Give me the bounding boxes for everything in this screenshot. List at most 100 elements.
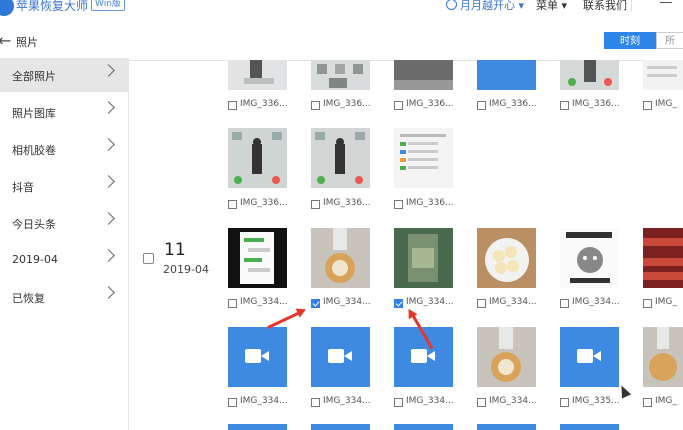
photo-thumbnail[interactable] — [311, 128, 370, 188]
photo-caption: IMG_336... — [394, 99, 464, 112]
photo-caption: IMG_336... — [228, 99, 298, 112]
view-all-button[interactable]: 所 — [656, 32, 683, 49]
photo-checkbox[interactable] — [311, 398, 320, 407]
video-camera-icon — [245, 349, 269, 363]
chevron-right-icon — [102, 286, 115, 299]
view-toggle: 时刻 所 — [604, 32, 683, 49]
photo-checkbox-checked[interactable] — [394, 299, 403, 308]
user-name: 月月越开心 — [460, 0, 515, 12]
sidebar-item-all-photos[interactable]: 全部照片 — [0, 58, 128, 92]
photo-thumbnail[interactable] — [311, 60, 370, 90]
photo-caption: IMG_ — [643, 396, 683, 409]
photo-thumbnail[interactable] — [228, 128, 287, 188]
photo-thumbnail[interactable] — [643, 327, 683, 387]
photo-caption: IMG_336... — [228, 198, 298, 211]
photo-checkbox[interactable] — [560, 398, 569, 407]
video-camera-icon — [577, 349, 601, 363]
video-thumbnail[interactable] — [228, 424, 287, 430]
video-thumbnail[interactable] — [477, 424, 536, 430]
photo-checkbox[interactable] — [394, 101, 403, 110]
photo-caption: IMG_336... — [560, 99, 630, 112]
video-camera-icon — [411, 349, 435, 363]
photo-checkbox[interactable] — [228, 398, 237, 407]
sidebar-item-photo-library[interactable]: 照片图库 — [0, 95, 128, 129]
back-arrow-icon[interactable]: ← — [0, 31, 11, 50]
photo-thumbnail[interactable] — [477, 327, 536, 387]
photo-checkbox[interactable] — [228, 299, 237, 308]
photo-checkbox-checked[interactable] — [311, 299, 320, 308]
photo-caption: IMG_334... — [394, 297, 464, 310]
minimize-icon[interactable] — [660, 2, 672, 3]
photo-thumbnail[interactable] — [477, 228, 536, 288]
photo-caption: IMG_336... — [394, 198, 464, 211]
photo-thumbnail[interactable] — [643, 228, 683, 288]
photo-thumbnail[interactable] — [560, 60, 619, 90]
group-select-checkbox[interactable] — [143, 253, 154, 264]
page-title: 照片 — [16, 36, 38, 49]
photo-thumbnail[interactable] — [228, 60, 287, 90]
sidebar-item-2019-04[interactable]: 2019-04 — [0, 243, 128, 277]
video-thumbnail[interactable] — [560, 424, 619, 430]
photo-thumbnail[interactable] — [394, 128, 453, 188]
video-camera-icon — [328, 349, 352, 363]
photo-thumbnail[interactable] — [560, 228, 619, 288]
app-logo-icon — [0, 0, 14, 16]
photo-thumbnail[interactable] — [643, 60, 683, 90]
edition-badge: Win版 — [91, 0, 125, 11]
photo-checkbox[interactable] — [477, 398, 486, 407]
photo-checkbox[interactable] — [228, 200, 237, 209]
title-bar: 苹果恢复大师 Win版 月月越开心 ▾ 菜单 ▾ 联系我们 — [0, 0, 683, 18]
group-day: 11 — [164, 240, 186, 260]
user-account-button[interactable]: 月月越开心 ▾ — [446, 0, 524, 13]
photo-caption: IMG_334... — [228, 297, 298, 310]
sidebar-item-douyin[interactable]: 抖音 — [0, 169, 128, 203]
video-thumbnail[interactable] — [311, 327, 370, 387]
photo-thumbnail[interactable] — [228, 228, 287, 288]
photo-checkbox[interactable] — [311, 101, 320, 110]
video-thumbnail[interactable] — [311, 424, 370, 430]
photo-caption: IMG_334... — [228, 396, 298, 409]
contact-us-link[interactable]: 联系我们 — [583, 0, 627, 13]
photo-caption: IMG_334... — [311, 297, 381, 310]
photo-checkbox[interactable] — [311, 200, 320, 209]
photo-caption: IMG_ — [643, 297, 683, 310]
photo-checkbox[interactable] — [643, 299, 652, 308]
photo-checkbox[interactable] — [477, 101, 486, 110]
video-thumbnail[interactable] — [477, 60, 536, 90]
video-thumbnail[interactable] — [394, 424, 453, 430]
chevron-right-icon — [102, 138, 115, 151]
group-month: 2019-04 — [163, 263, 209, 276]
sidebar-item-toutiao[interactable]: 今日头条 — [0, 206, 128, 240]
photo-thumbnail[interactable] — [394, 228, 453, 288]
photo-checkbox[interactable] — [560, 101, 569, 110]
app-name: 苹果恢复大师 — [16, 0, 89, 13]
chevron-right-icon — [102, 212, 115, 225]
view-by-time-button[interactable]: 时刻 — [604, 32, 656, 49]
photo-caption: IMG_ — [643, 99, 683, 112]
photo-checkbox[interactable] — [394, 398, 403, 407]
divider — [631, 0, 632, 12]
photo-thumbnail[interactable] — [394, 60, 453, 90]
video-thumbnail[interactable] — [560, 327, 619, 387]
photo-thumbnail[interactable] — [311, 228, 370, 288]
sidebar: 全部照片 照片图库 相机胶卷 抖音 今日头条 2019-04 已恢复 — [0, 58, 129, 430]
photo-caption: IMG_334... — [394, 396, 464, 409]
chevron-right-icon — [102, 101, 115, 114]
video-thumbnail[interactable] — [228, 327, 287, 387]
sidebar-item-camera-roll[interactable]: 相机胶卷 — [0, 132, 128, 166]
menu-button[interactable]: 菜单 ▾ — [536, 0, 567, 13]
sidebar-item-recovered[interactable]: 已恢复 — [0, 280, 128, 314]
photo-caption: IMG_334... — [311, 396, 381, 409]
section-header: ← 照片 — [0, 22, 683, 61]
photo-checkbox[interactable] — [477, 299, 486, 308]
photo-checkbox[interactable] — [560, 299, 569, 308]
chevron-right-icon — [102, 64, 115, 77]
photo-checkbox[interactable] — [228, 101, 237, 110]
photo-caption: IMG_335... — [560, 396, 630, 409]
user-icon — [446, 0, 457, 10]
photo-caption: IMG_336... — [311, 99, 381, 112]
photo-checkbox[interactable] — [643, 101, 652, 110]
photo-checkbox[interactable] — [394, 200, 403, 209]
photo-caption: IMG_336... — [477, 99, 547, 112]
photo-checkbox[interactable] — [643, 398, 652, 407]
